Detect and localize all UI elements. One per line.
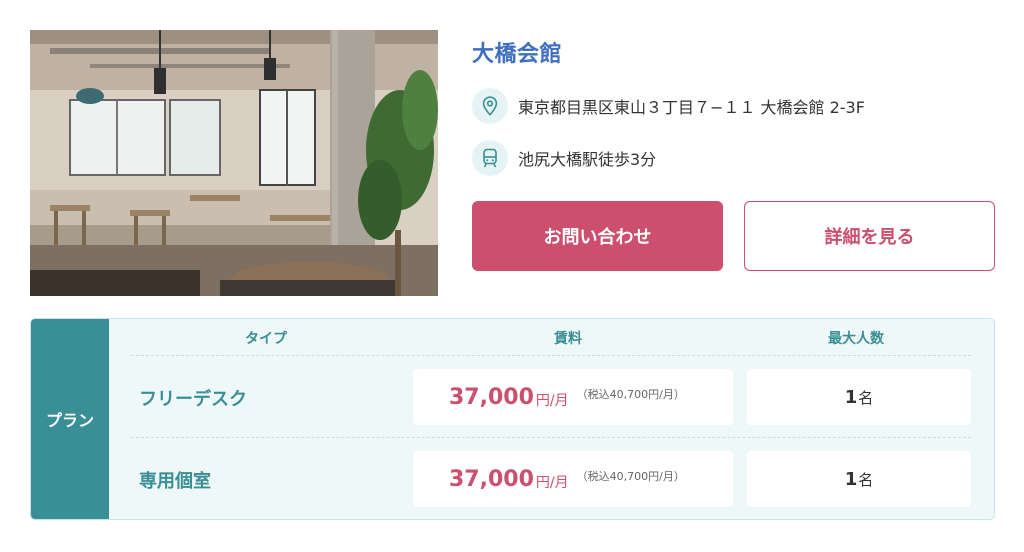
venue-title: 大橋会館 bbox=[472, 42, 563, 67]
train-icon bbox=[472, 140, 508, 176]
venue-photo bbox=[30, 30, 438, 296]
contact-button[interactable]: お問い合わせ bbox=[472, 201, 723, 271]
capacity-value: 1 bbox=[844, 386, 858, 408]
header-type: タイプ bbox=[245, 331, 287, 347]
access-text: 池尻大橋駅徒歩3分 bbox=[518, 150, 657, 169]
price-tax-note: （税込40,700円/月） bbox=[576, 388, 685, 401]
map-pin-icon bbox=[472, 88, 508, 124]
price-unit: 円/月 bbox=[535, 475, 569, 491]
access-row: 池尻大橋駅徒歩3分 bbox=[472, 140, 656, 176]
capacity-cell: 1 名 bbox=[747, 369, 971, 425]
capacity-cell: 1 名 bbox=[747, 451, 971, 507]
row-divider bbox=[131, 355, 971, 356]
capacity-unit: 名 bbox=[858, 470, 874, 489]
price-cell: 37,000 円/月 （税込40,700円/月） bbox=[413, 451, 733, 507]
price-cell: 37,000 円/月 （税込40,700円/月） bbox=[413, 369, 733, 425]
capacity-unit: 名 bbox=[858, 388, 874, 407]
header-capacity: 最大人数 bbox=[828, 331, 884, 347]
plan-side-label: プラン bbox=[31, 319, 109, 519]
price-tax-note: （税込40,700円/月） bbox=[576, 470, 685, 483]
plan-table: プラン タイプ 賃料 最大人数 フリーデスク 37,000 円/月 （税込40,… bbox=[30, 318, 995, 520]
detail-button[interactable]: 詳細を見る bbox=[744, 201, 995, 271]
plan-type-private-room: 専用個室 bbox=[139, 471, 211, 492]
header-price: 賃料 bbox=[554, 331, 582, 347]
address-text: 東京都目黒区東山３丁目７−１１ 大橋会館 2-3F bbox=[518, 98, 865, 117]
capacity-value: 1 bbox=[844, 468, 858, 490]
address-row: 東京都目黒区東山３丁目７−１１ 大橋会館 2-3F bbox=[472, 88, 865, 124]
row-divider bbox=[131, 437, 971, 438]
price-unit: 円/月 bbox=[535, 393, 569, 409]
price-value: 37,000 bbox=[449, 384, 534, 410]
plan-type-free-desk: フリーデスク bbox=[139, 389, 247, 410]
price-value: 37,000 bbox=[449, 466, 534, 492]
